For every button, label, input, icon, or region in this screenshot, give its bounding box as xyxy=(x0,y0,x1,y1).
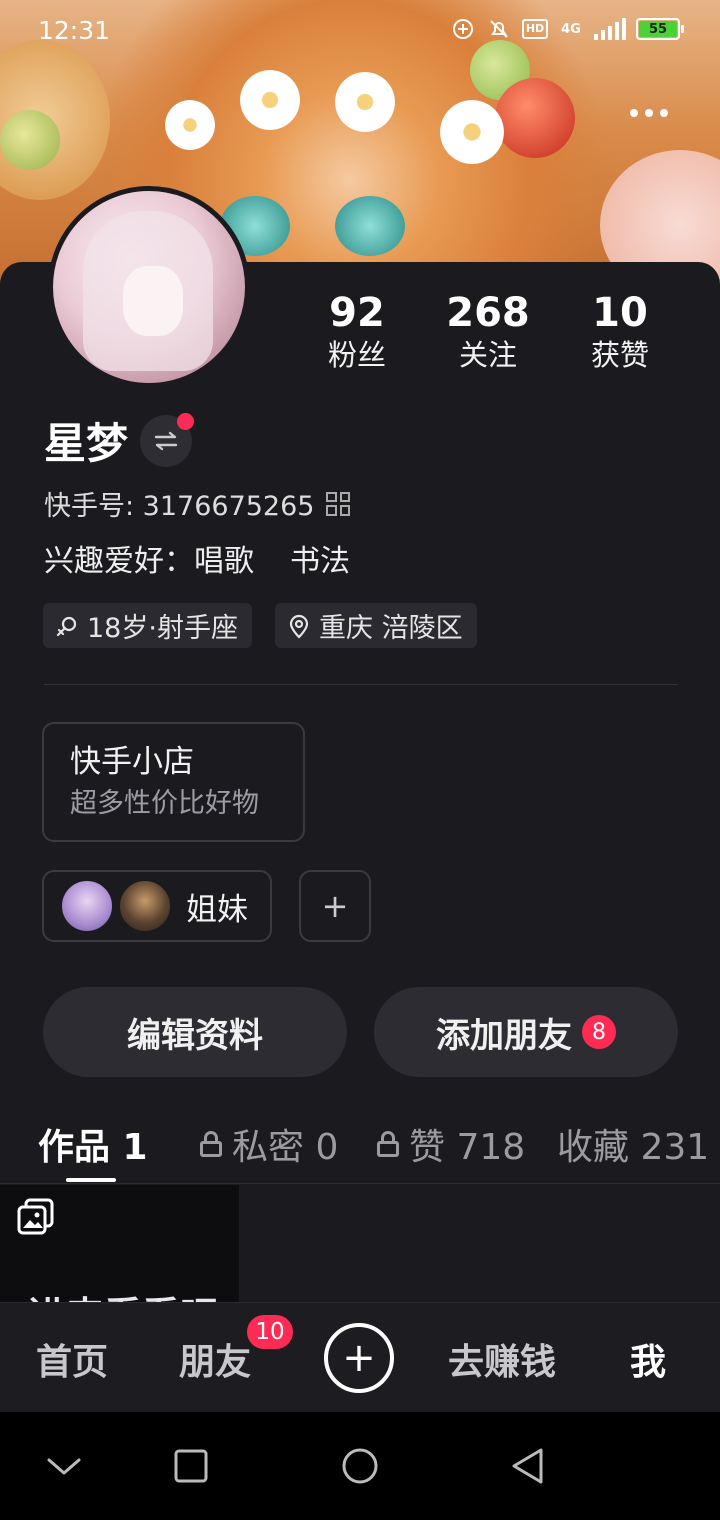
shop-subtitle: 超多性价比好物 xyxy=(70,788,259,819)
hobbies: 兴趣爱好：唱歌 书法 xyxy=(44,536,350,580)
recent-apps-icon[interactable] xyxy=(169,1444,213,1488)
tab-private-label: 私密 0 xyxy=(232,1127,339,1168)
age-tag: 18岁·射手座 xyxy=(43,603,252,648)
edit-profile-button[interactable]: 编辑资料 xyxy=(43,987,347,1077)
signal-icon xyxy=(594,18,626,40)
work-thumbnail[interactable]: 进来看看吧 xyxy=(0,1185,239,1305)
likes-label: 获赞 xyxy=(590,338,649,372)
lock-icon xyxy=(200,1131,222,1157)
age-tag-text: 18岁·射手座 xyxy=(87,613,238,644)
hobby-item: 唱歌 xyxy=(194,544,254,579)
battery-level: 55 xyxy=(639,21,677,37)
divider xyxy=(0,1183,720,1184)
stat-followers[interactable]: 92 粉丝 xyxy=(297,290,417,374)
kuaishou-shop-card[interactable]: 快手小店 超多性价比好物 xyxy=(42,722,305,842)
profile-name: 星梦 xyxy=(44,419,129,468)
group-chip[interactable]: 姐妹 xyxy=(42,870,272,942)
content-tabs: 作品 1 私密 0 赞 718 收藏 231 xyxy=(0,1110,720,1184)
battery-icon: 55 xyxy=(636,18,684,40)
nav-home[interactable]: 首页 xyxy=(36,1333,108,1385)
status-bar: 12:31 HD 4G 55 xyxy=(0,0,720,62)
name-row: 星梦 xyxy=(44,410,195,471)
group-name: 姐妹 xyxy=(186,891,248,928)
friends-badge: 10 xyxy=(247,1315,293,1349)
status-time: 12:31 xyxy=(38,16,111,45)
system-navigation-bar xyxy=(0,1412,720,1520)
edit-profile-label: 编辑资料 xyxy=(127,1015,263,1056)
more-options-button[interactable] xyxy=(616,90,682,136)
followers-count: 92 xyxy=(329,290,385,336)
likes-count: 10 xyxy=(592,290,648,336)
location-tag: 重庆 涪陵区 xyxy=(275,603,477,648)
tab-favorites[interactable]: 收藏 231 xyxy=(557,1118,709,1170)
add-group-button[interactable]: + xyxy=(299,870,371,942)
followers-label: 粉丝 xyxy=(327,338,386,372)
group-member-avatar xyxy=(118,879,172,933)
kuaishou-id[interactable]: 快手号: 3176675265 xyxy=(44,484,351,523)
location-pin-icon xyxy=(285,612,313,640)
hobby-item: 书法 xyxy=(290,544,350,579)
tab-liked-label: 赞 718 xyxy=(409,1127,526,1168)
add-friends-button[interactable]: 添加朋友 8 xyxy=(374,987,678,1077)
qr-code-icon[interactable] xyxy=(326,491,351,516)
create-button[interactable]: + xyxy=(324,1323,394,1393)
shop-title: 快手小店 xyxy=(70,744,194,780)
group-member-avatar xyxy=(60,879,114,933)
nav-me[interactable]: 我 xyxy=(630,1333,666,1385)
nav-earn[interactable]: 去赚钱 xyxy=(448,1333,556,1385)
tab-favorites-label: 收藏 231 xyxy=(557,1127,710,1168)
divider xyxy=(44,684,678,685)
notification-dot xyxy=(177,412,195,430)
add-friends-badge: 8 xyxy=(582,1015,616,1049)
tab-works-label: 作品 1 xyxy=(38,1127,148,1168)
hobbies-label: 兴趣爱好： xyxy=(44,544,194,579)
mute-bell-icon xyxy=(486,16,512,42)
tab-works[interactable]: 作品 1 xyxy=(38,1118,148,1170)
switch-arrows-icon xyxy=(154,431,178,450)
following-count: 268 xyxy=(446,290,530,336)
bottom-navigation: 首页 朋友 10 + 去赚钱 我 xyxy=(0,1302,720,1412)
nav-friends[interactable]: 朋友 xyxy=(179,1333,251,1385)
status-icons: HD 4G 55 xyxy=(450,16,684,42)
avatar[interactable] xyxy=(48,186,250,388)
tab-private[interactable]: 私密 0 xyxy=(200,1118,338,1170)
add-friends-label: 添加朋友 xyxy=(436,1015,572,1056)
lock-icon xyxy=(377,1131,399,1157)
gender-female-icon xyxy=(53,612,81,640)
tab-liked[interactable]: 赞 718 xyxy=(377,1118,525,1170)
hd-icon: HD xyxy=(521,16,549,42)
network-type-icon: 4G xyxy=(561,21,581,37)
data-saver-icon xyxy=(450,16,476,42)
photo-album-icon xyxy=(16,1197,56,1237)
following-label: 关注 xyxy=(458,338,517,372)
home-circle-icon[interactable] xyxy=(338,1444,382,1488)
active-tab-indicator xyxy=(66,1178,116,1182)
switch-account-button[interactable] xyxy=(140,412,195,467)
back-triangle-icon[interactable] xyxy=(505,1444,549,1488)
chevron-down-icon[interactable] xyxy=(42,1444,86,1488)
kuaishou-id-text: 快手号: 3176675265 xyxy=(44,491,315,522)
stat-following[interactable]: 268 关注 xyxy=(428,290,548,374)
stat-likes[interactable]: 10 获赞 xyxy=(560,290,680,374)
location-tag-text: 重庆 涪陵区 xyxy=(319,613,463,644)
